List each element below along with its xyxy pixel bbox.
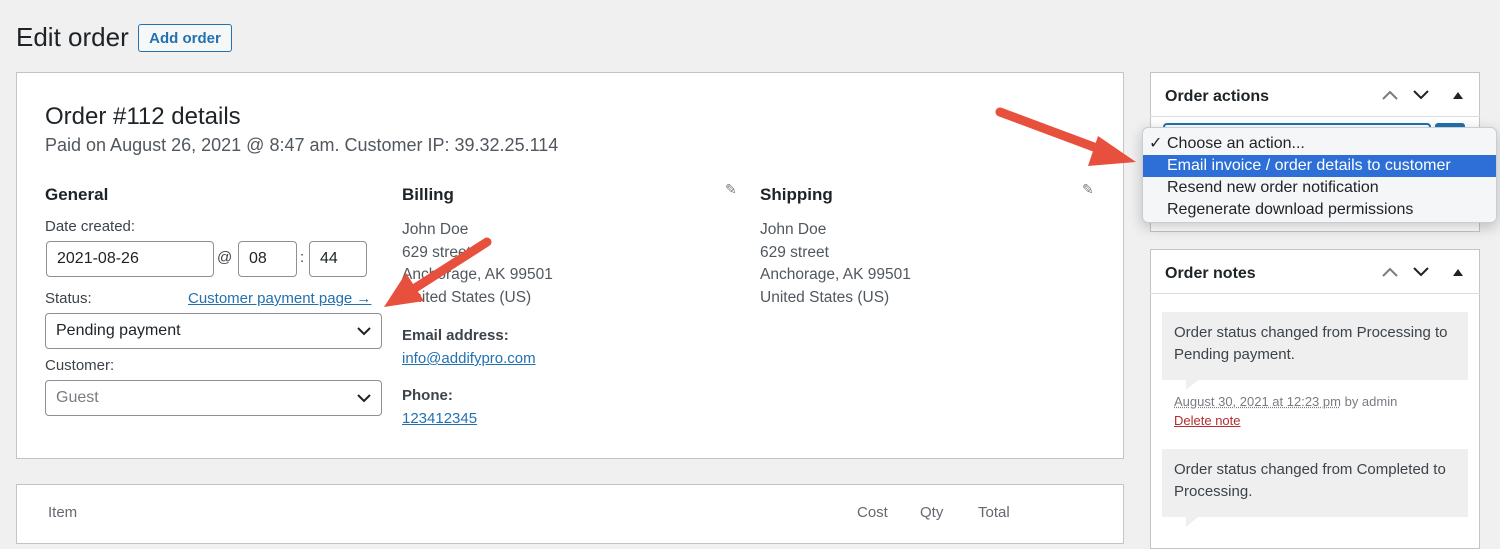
status-label: Status: [45,290,92,307]
order-notes-box: Order notes Order status changed from Pr… [1150,249,1480,549]
order-note: Order status changed from Completed to P… [1162,449,1468,517]
minute-input[interactable]: 44 [309,241,367,277]
phone-label: Phone: [402,387,453,404]
menu-item-label: Email invoice / order details to custome… [1167,157,1451,174]
column-header-total: Total [978,504,1010,521]
order-action-dropdown-menu: ✓ Choose an action... Email invoice / or… [1142,127,1497,223]
at-separator: @ [217,249,233,266]
note-tail [1186,380,1198,390]
billing-address-line: 629 street [402,243,471,261]
edit-billing-pencil-icon[interactable]: ✎ [725,181,737,198]
customer-select-value: Guest [56,389,99,406]
customer-label: Customer: [45,357,115,374]
order-note-meta: August 30, 2021 at 12:23 pm by admin [1174,394,1397,409]
divider [1150,293,1480,294]
shipping-address-line: 629 street [760,243,829,261]
add-order-button[interactable]: Add order [138,24,232,52]
billing-address-line: John Doe [402,221,469,238]
move-down-icon[interactable] [1412,89,1430,101]
date-created-label: Date created: [45,218,136,235]
email-address-label: Email address: [402,327,509,344]
order-meta: Paid on August 26, 2021 @ 8:47 am. Custo… [45,135,559,155]
hour-input[interactable]: 08 [238,241,297,277]
order-heading: Order #112 details [45,103,241,130]
shipping-address: John Doe 629 street Anchorage, AK 99501 … [760,219,911,309]
billing-phone-link[interactable]: 123412345 [402,410,477,427]
billing-email-link[interactable]: info@addifypro.com [402,350,536,367]
order-actions-title: Order actions [1165,88,1270,105]
order-note-author: by admin [1344,394,1398,409]
delete-note-link[interactable]: Delete note [1174,413,1241,428]
collapse-toggle-icon[interactable] [1452,267,1464,277]
status-select-value: Pending payment [56,322,181,339]
menu-item-email-invoice[interactable]: Email invoice / order details to custome… [1143,155,1496,177]
chevron-down-icon [357,393,371,402]
order-note-text: Order status changed from Processing to … [1174,324,1448,363]
billing-address: John Doe 629 street Anchorage, AK 99501 … [402,219,553,309]
shipping-address-line: United States (US) [760,288,890,306]
collapse-toggle-icon[interactable] [1452,90,1464,100]
shipping-address-line: Anchorage, AK 99501 [760,266,911,283]
menu-item-choose-action[interactable]: ✓ Choose an action... [1143,133,1496,155]
shipping-heading: Shipping [760,185,833,204]
order-note-text: Order status changed from Completed to P… [1174,461,1446,500]
divider [1150,116,1480,117]
billing-address-line: Anchorage, AK 99501 [402,266,553,283]
check-mark-icon: ✓ [1149,135,1163,152]
order-items-panel: Item Cost Qty Total [16,484,1124,544]
move-down-icon[interactable] [1412,266,1430,278]
edit-shipping-pencil-icon[interactable]: ✎ [1082,181,1094,198]
colon-separator: : [300,249,305,266]
menu-item-resend-notification[interactable]: Resend new order notification [1143,177,1496,199]
customer-payment-page-link[interactable]: Customer payment page → [188,290,371,307]
order-details-panel: Order #112 details Paid on August 26, 20… [16,72,1124,459]
column-header-qty: Qty [920,504,944,521]
general-heading: General [45,185,109,204]
date-created-input[interactable]: 2021-08-26 [46,241,214,277]
column-header-cost: Cost [857,504,888,521]
shipping-address-line: John Doe [760,221,827,238]
menu-item-label: Resend new order notification [1167,179,1379,196]
move-up-icon[interactable] [1381,266,1399,278]
order-note: Order status changed from Processing to … [1162,312,1468,380]
customer-select[interactable]: Guest [45,380,382,416]
chevron-down-icon [357,326,371,335]
column-header-item: Item [48,504,78,521]
order-note-date: August 30, 2021 at 12:23 pm [1174,394,1341,409]
menu-item-label: Regenerate download permissions [1167,201,1414,218]
menu-item-regenerate-permissions[interactable]: Regenerate download permissions [1143,199,1496,221]
status-select[interactable]: Pending payment [45,313,382,349]
page-title: Edit order [16,22,129,52]
billing-heading: Billing [402,185,454,204]
billing-address-line: United States (US) [402,288,532,306]
note-tail [1186,517,1198,527]
move-up-icon[interactable] [1381,89,1399,101]
order-notes-title: Order notes [1165,265,1256,282]
menu-item-label: Choose an action... [1167,135,1305,152]
